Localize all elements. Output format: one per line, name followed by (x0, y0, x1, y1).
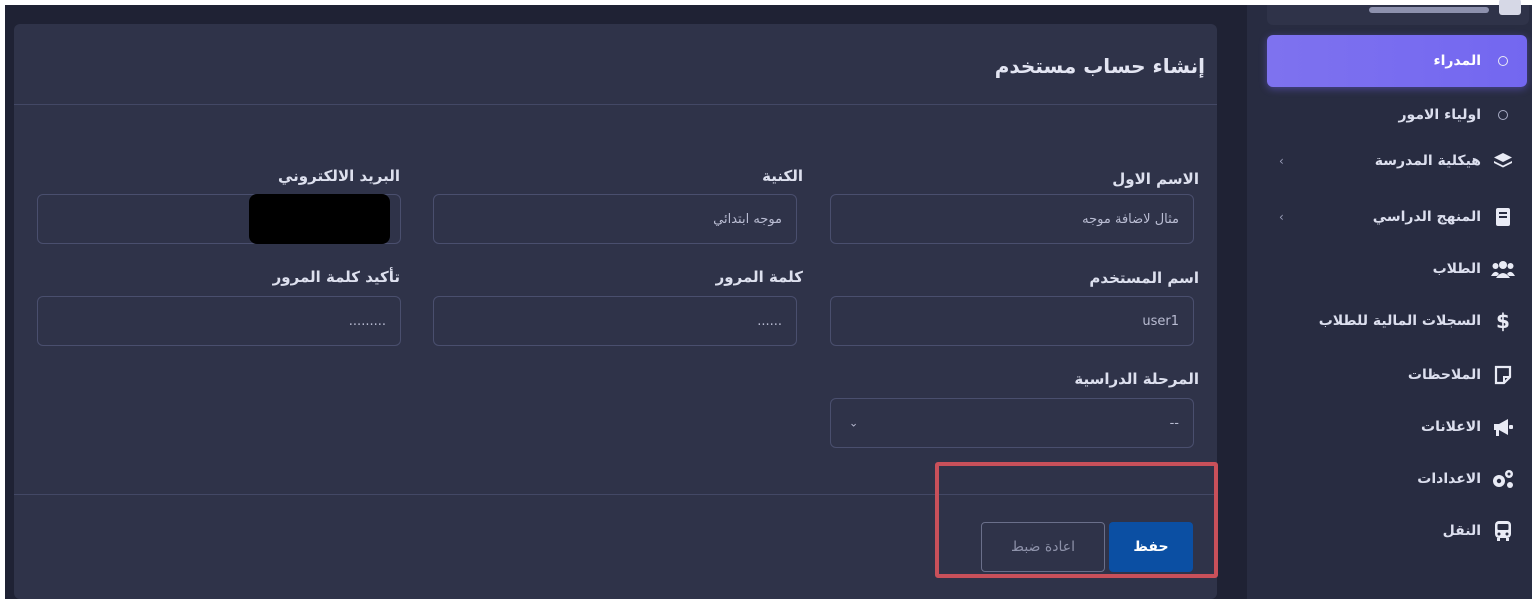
bus-icon (1491, 519, 1515, 543)
first-name-input[interactable]: مثال لاضافة موجه (830, 194, 1194, 244)
sidebar-item-label: السجلات المالية للطلاب (1318, 313, 1481, 329)
megaphone-icon (1491, 415, 1515, 439)
nickname-input[interactable]: موجه ابتدائي (433, 194, 797, 244)
sidebar-item-label: اولياء الامور (1398, 107, 1482, 123)
email-label: البريد الالكتروني (278, 167, 400, 185)
sidebar-item-label: النقل (1442, 523, 1481, 539)
sidebar-item-label: الاعدادات (1417, 471, 1481, 487)
sidebar-item-finance[interactable]: $ السجلات المالية للطلاب (1267, 301, 1527, 341)
footer-divider (14, 494, 1217, 495)
sidebar: المدراء اولياء الامور هيكلية المدرسة ‹ ا… (1247, 0, 1532, 599)
sidebar-item-label: الاعلانات (1421, 419, 1481, 435)
users-icon (1491, 257, 1515, 281)
nickname-label: الكنية (762, 167, 803, 185)
confirm-password-value: ......... (348, 313, 386, 329)
layers-icon (1491, 149, 1515, 173)
chevron-left-icon: ‹ (1279, 210, 1284, 224)
sidebar-item-school-structure[interactable]: هيكلية المدرسة ‹ (1267, 141, 1527, 181)
sidebar-item-label: الطلاب (1432, 261, 1481, 277)
dollar-icon: $ (1496, 309, 1510, 333)
sidebar-item-partial[interactable] (1267, 0, 1529, 25)
note-icon (1491, 363, 1515, 387)
sidebar-item-settings[interactable]: الاعدادات (1267, 459, 1527, 499)
redacted-email-block (249, 194, 390, 244)
circle-icon (1491, 103, 1515, 127)
circle-icon (1491, 49, 1515, 73)
stage-select[interactable]: -- ⌄ (830, 398, 1194, 448)
confirm-password-label: تأكيد كلمة المرور (272, 268, 400, 286)
menu-item-label-cropped (1369, 7, 1489, 13)
page-title: إنشاء حساب مستخدم (994, 54, 1205, 78)
create-user-card: إنشاء حساب مستخدم الاسم الاول الكنية الب… (14, 24, 1217, 599)
password-input[interactable]: ...... (433, 296, 797, 346)
first-name-placeholder: مثال لاضافة موجه (1082, 211, 1179, 227)
sidebar-item-transport[interactable]: النقل (1267, 511, 1527, 551)
sidebar-item-label: المدراء (1433, 53, 1481, 69)
sidebar-item-admins[interactable]: المدراء (1267, 35, 1527, 87)
stage-label: المرحلة الدراسية (1074, 370, 1199, 388)
nickname-placeholder: موجه ابتدائي (713, 211, 782, 227)
username-label: اسم المستخدم (1089, 269, 1199, 287)
reset-button[interactable]: اعادة ضبط (981, 522, 1105, 572)
username-input[interactable]: user1 (830, 296, 1194, 346)
sidebar-item-label: هيكلية المدرسة (1374, 153, 1481, 169)
chevron-down-icon: ⌄ (849, 416, 859, 430)
username-value: user1 (1142, 313, 1179, 329)
sidebar-item-curriculum[interactable]: المنهج الدراسي ‹ (1267, 197, 1527, 237)
stage-selected-value: -- (1169, 415, 1179, 431)
sidebar-item-students[interactable]: الطلاب (1267, 249, 1527, 289)
sidebar-item-label: المنهج الدراسي (1372, 209, 1481, 225)
save-button[interactable]: حفظ (1109, 522, 1193, 572)
confirm-password-input[interactable]: ......... (37, 296, 401, 346)
sidebar-item-parents[interactable]: اولياء الامور (1267, 95, 1527, 135)
sidebar-item-notes[interactable]: الملاحظات (1267, 355, 1527, 395)
first-name-label: الاسم الاول (1112, 170, 1199, 188)
sidebar-item-announcements[interactable]: الاعلانات (1267, 407, 1527, 447)
password-value: ...... (757, 313, 782, 329)
book-icon (1491, 205, 1515, 229)
gears-icon (1491, 467, 1515, 491)
password-label: كلمة المرور (715, 268, 803, 286)
sidebar-item-label: الملاحظات (1407, 367, 1481, 383)
chevron-left-icon: ‹ (1279, 154, 1284, 168)
header-divider (14, 104, 1217, 105)
window-edge-left (0, 0, 5, 602)
menu-item-icon (1499, 0, 1521, 15)
